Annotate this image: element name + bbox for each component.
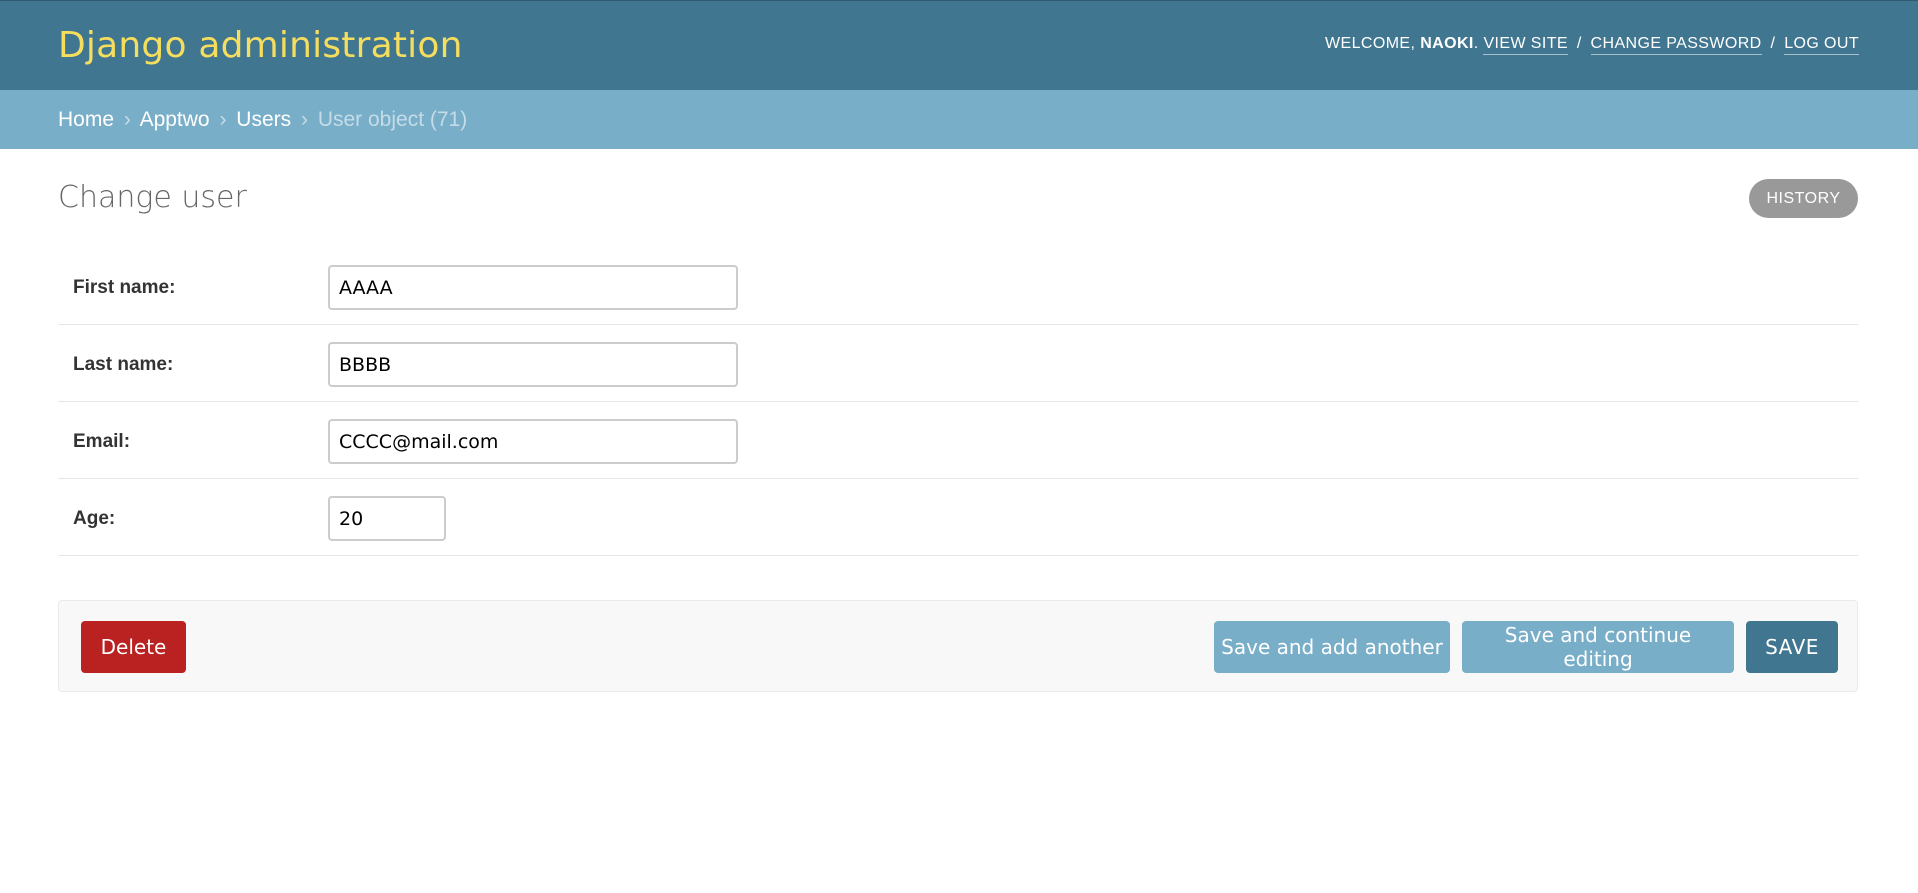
breadcrumb-separator: › [219, 108, 227, 131]
tools-separator: / [1576, 35, 1582, 52]
email-label: Email: [73, 431, 131, 452]
welcome-punctuation: . [1473, 35, 1484, 52]
page-title: Change user [58, 180, 247, 215]
form-row-last-name: Last name: [58, 325, 1858, 402]
breadcrumb-current: User object (71) [317, 108, 468, 131]
breadcrumb-separator: › [123, 108, 131, 131]
username: NAOKI [1420, 35, 1474, 52]
site-brand[interactable]: Django administration [58, 25, 463, 66]
save-and-add-another-button[interactable]: Save and add another [1214, 621, 1450, 673]
history-button[interactable]: HISTORY [1749, 179, 1858, 218]
age-label: Age: [73, 508, 116, 529]
welcome-text: WELCOME, [1325, 35, 1421, 52]
submit-row: Delete Save and add another Save and con… [58, 600, 1858, 692]
change-password-link[interactable]: CHANGE PASSWORD [1590, 35, 1762, 55]
age-field[interactable] [328, 496, 446, 541]
breadcrumb-home[interactable]: Home [58, 108, 114, 131]
form-row-age: Age: [58, 479, 1858, 556]
breadcrumb-separator: › [300, 108, 308, 131]
last-name-label: Last name: [73, 354, 174, 375]
tools-separator: / [1770, 35, 1776, 52]
view-site-link[interactable]: VIEW SITE [1483, 35, 1568, 55]
user-tools: WELCOME, NAOKI. VIEW SITE / CHANGE PASSW… [1325, 35, 1859, 55]
form-row-first-name: First name: [58, 248, 1858, 325]
user-form: First name: Last name: Email: Age: [58, 248, 1858, 556]
log-out-link[interactable]: LOG OUT [1784, 35, 1859, 55]
save-and-continue-button[interactable]: Save and continue editing [1462, 621, 1734, 673]
first-name-label: First name: [73, 277, 176, 298]
save-button[interactable]: SAVE [1746, 621, 1838, 673]
last-name-field[interactable] [328, 342, 738, 387]
breadcrumb: Home › Apptwo › Users › User object (71) [0, 90, 1918, 149]
breadcrumb-apptwo[interactable]: Apptwo [140, 108, 210, 131]
first-name-field[interactable] [328, 265, 738, 310]
form-row-email: Email: [58, 402, 1858, 479]
delete-button[interactable]: Delete [81, 621, 186, 673]
email-field[interactable] [328, 419, 738, 464]
site-header: Django administration WELCOME, NAOKI. VI… [0, 0, 1918, 90]
breadcrumb-users[interactable]: Users [236, 108, 291, 131]
